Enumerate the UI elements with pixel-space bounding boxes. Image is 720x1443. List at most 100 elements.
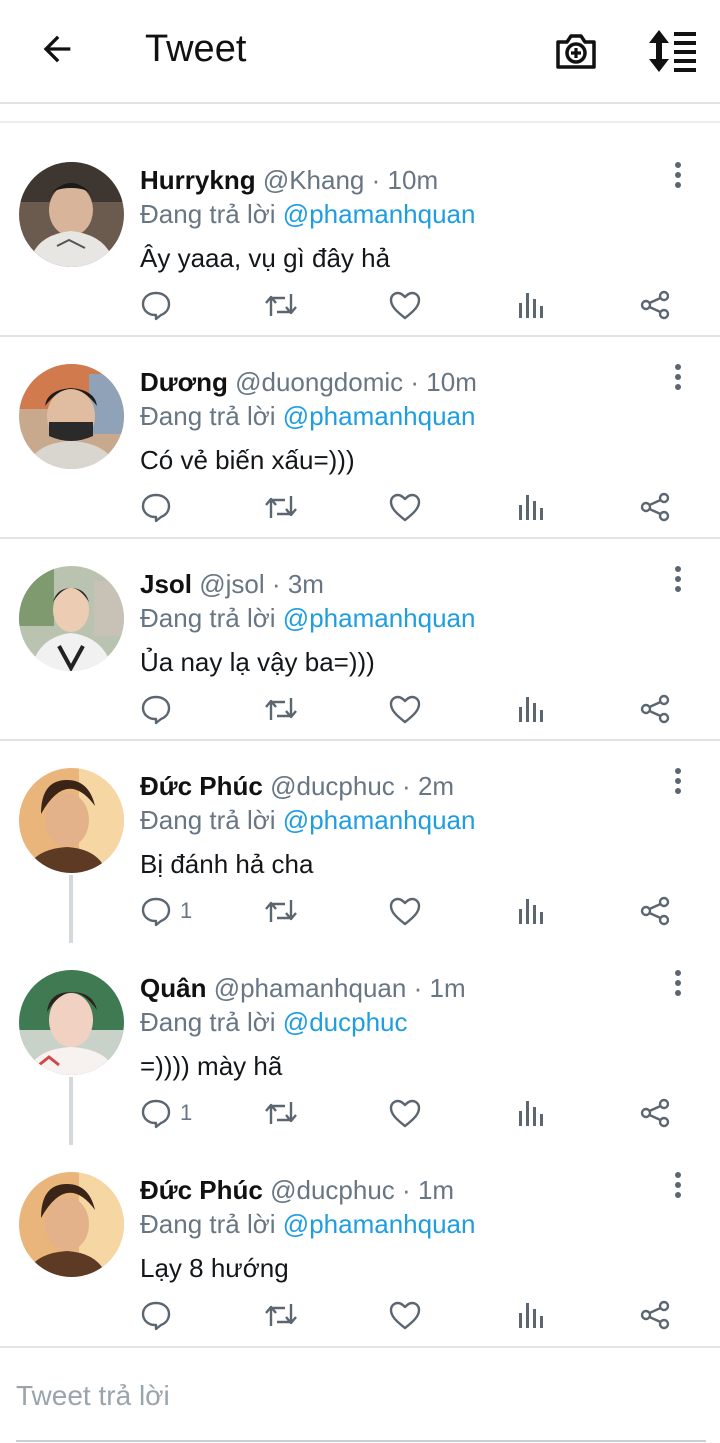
like-button[interactable] (388, 889, 422, 933)
retweet-button[interactable] (262, 1293, 300, 1337)
display-name[interactable]: Hurrykng (140, 165, 256, 195)
more-options-button[interactable] (665, 561, 691, 597)
reply-button[interactable] (140, 1293, 180, 1337)
analytics-button[interactable] (516, 485, 546, 529)
mention-link[interactable]: @phamanhquan (283, 199, 476, 229)
mention-link[interactable]: @phamanhquan (283, 401, 476, 431)
more-options-button[interactable] (665, 1167, 691, 1203)
reply-tweet[interactable]: Quân @phamanhquan · 1m Đang trả lời @duc… (0, 943, 720, 1145)
avatar[interactable] (19, 364, 124, 469)
user-handle[interactable]: @ducphuc (270, 771, 395, 801)
like-button[interactable] (388, 283, 422, 327)
bar-chart-icon (519, 1101, 543, 1126)
reply-button[interactable] (140, 687, 180, 731)
more-vertical-icon (675, 566, 681, 592)
like-button[interactable] (388, 687, 422, 731)
tweet-text: Có vẻ biến xấu=))) (140, 445, 355, 475)
retweet-icon (265, 294, 297, 316)
share-button[interactable] (638, 687, 672, 731)
back-button[interactable] (34, 26, 80, 72)
reply-tweet[interactable]: Hurrykng @Khang · 10m Đang trả lời @pham… (0, 135, 720, 337)
heart-icon (389, 1099, 421, 1128)
display-name[interactable]: Quân (140, 973, 206, 1003)
retweet-button[interactable] (262, 687, 300, 731)
tweet-header: Dương @duongdomic · 10m (140, 367, 477, 397)
retweet-button[interactable] (262, 1091, 300, 1135)
reply-input[interactable] (16, 1366, 706, 1426)
more-options-button[interactable] (665, 359, 691, 395)
comment-icon (141, 897, 171, 927)
avatar[interactable] (19, 768, 124, 873)
share-button[interactable] (638, 889, 672, 933)
more-options-button[interactable] (665, 763, 691, 799)
action-bar (0, 283, 720, 327)
reply-composer (0, 1346, 720, 1443)
mention-link[interactable]: @phamanhquan (283, 1209, 476, 1239)
more-vertical-icon (675, 768, 681, 794)
like-button[interactable] (388, 1293, 422, 1337)
action-bar: 1 (0, 889, 720, 933)
tweet-text: Ủa nay lạ vậy ba=))) (140, 647, 375, 677)
share-icon (640, 1098, 670, 1128)
avatar[interactable] (19, 162, 124, 267)
camera-button[interactable] (552, 27, 600, 75)
comment-icon (141, 291, 171, 321)
display-name[interactable]: Jsol (140, 569, 192, 599)
avatar[interactable] (19, 1172, 124, 1277)
top-app-bar: Tweet (0, 0, 720, 104)
mention-link[interactable]: @phamanhquan (283, 805, 476, 835)
retweet-button[interactable] (262, 283, 300, 327)
analytics-button[interactable] (516, 1091, 546, 1135)
share-icon (640, 694, 670, 724)
display-name[interactable]: Dương (140, 367, 228, 397)
analytics-button[interactable] (516, 687, 546, 731)
user-handle[interactable]: @Khang (263, 165, 365, 195)
action-bar: 1 (0, 1091, 720, 1135)
like-button[interactable] (388, 485, 422, 529)
mention-link[interactable]: @phamanhquan (283, 603, 476, 633)
analytics-button[interactable] (516, 1293, 546, 1337)
action-bar (0, 485, 720, 529)
comment-icon (141, 1099, 171, 1129)
reply-button[interactable] (140, 283, 180, 327)
avatar[interactable] (19, 566, 124, 671)
separator-dot: · (413, 973, 423, 1003)
share-button[interactable] (638, 283, 672, 327)
user-handle[interactable]: @duongdomic (235, 367, 403, 397)
action-bar (0, 687, 720, 731)
reply-tweet[interactable]: Jsol @jsol · 3m Đang trả lời @phamanhqua… (0, 539, 720, 741)
reply-count: 1 (180, 1100, 193, 1125)
analytics-button[interactable] (516, 283, 546, 327)
comment-icon (141, 695, 171, 725)
reply-tweet[interactable]: Đức Phúc @ducphuc · 2m Đang trả lời @pha… (0, 741, 720, 943)
reply-tweet[interactable]: Dương @duongdomic · 10m Đang trả lời @ph… (0, 337, 720, 539)
reply-button[interactable]: 1 (140, 1091, 192, 1135)
arrow-left-icon (43, 35, 71, 63)
user-handle[interactable]: @ducphuc (270, 1175, 395, 1205)
bar-chart-icon (519, 293, 543, 318)
user-handle[interactable]: @phamanhquan (214, 973, 407, 1003)
sort-button[interactable] (644, 27, 700, 75)
share-button[interactable] (638, 485, 672, 529)
share-button[interactable] (638, 1091, 672, 1135)
reply-button[interactable]: 1 (140, 889, 192, 933)
mention-link[interactable]: @ducphuc (283, 1007, 408, 1037)
reply-tweet[interactable]: Đức Phúc @ducphuc · 1m Đang trả lời @pha… (0, 1145, 720, 1347)
retweet-button[interactable] (262, 485, 300, 529)
display-name[interactable]: Đức Phúc (140, 1175, 263, 1205)
reply-button[interactable] (140, 485, 180, 529)
analytics-button[interactable] (516, 889, 546, 933)
reply-prefix: Đang trả lời (140, 603, 276, 633)
retweet-button[interactable] (262, 889, 300, 933)
more-options-button[interactable] (665, 965, 691, 1001)
retweet-icon (265, 698, 297, 720)
more-vertical-icon (675, 364, 681, 390)
share-button[interactable] (638, 1293, 672, 1337)
reply-context: Đang trả lời @phamanhquan (140, 603, 475, 633)
tweet-header: Hurrykng @Khang · 10m (140, 165, 438, 195)
user-handle[interactable]: @jsol (199, 569, 264, 599)
avatar[interactable] (19, 970, 124, 1075)
like-button[interactable] (388, 1091, 422, 1135)
more-options-button[interactable] (665, 157, 691, 193)
display-name[interactable]: Đức Phúc (140, 771, 263, 801)
